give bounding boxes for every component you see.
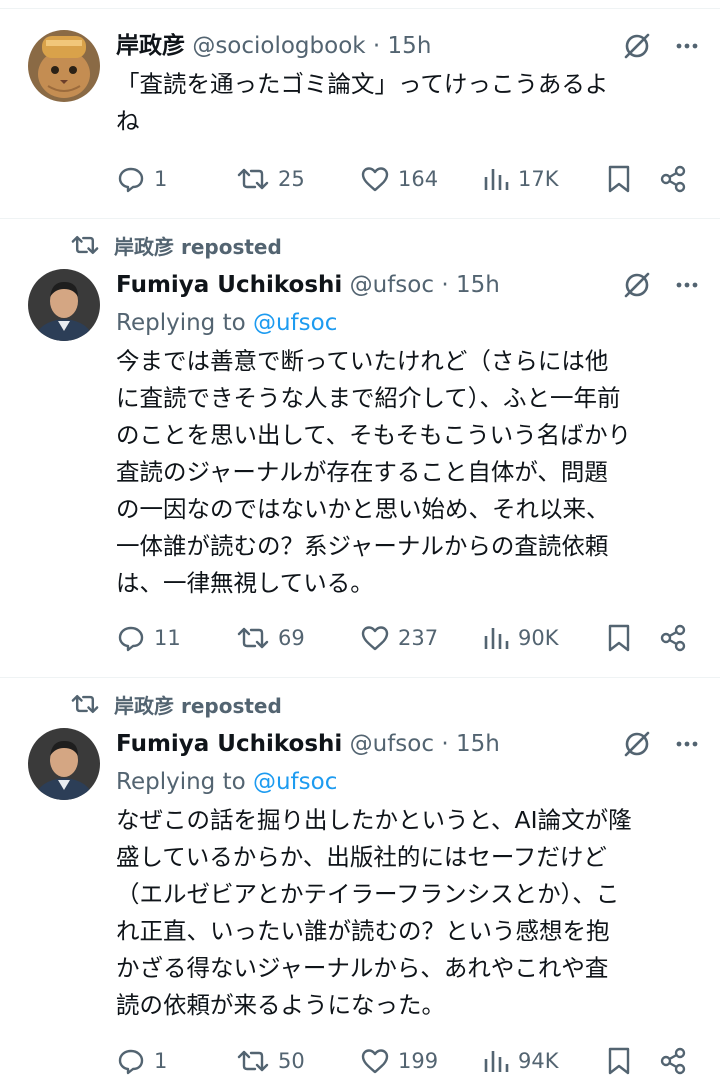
author-name[interactable]: 岸政彦 <box>116 33 185 59</box>
more-icon[interactable] <box>674 33 700 59</box>
reply-icon <box>118 167 144 193</box>
like-icon <box>361 1049 389 1074</box>
dot-separator: · <box>441 272 449 298</box>
avatar[interactable] <box>28 30 100 102</box>
more-icon[interactable] <box>674 272 700 298</box>
author-handle[interactable]: @sociologbook <box>192 33 365 59</box>
reply-count: 1 <box>154 167 168 191</box>
repost-icon <box>237 1050 269 1072</box>
like-button[interactable]: 164 <box>360 162 438 196</box>
reply-button[interactable]: 1 <box>116 1044 167 1078</box>
timestamp[interactable]: 15h <box>456 272 500 298</box>
views-button[interactable]: 94K <box>482 1044 559 1078</box>
share-icon <box>660 165 686 193</box>
like-count: 199 <box>398 1049 439 1073</box>
like-icon <box>361 626 389 651</box>
replying-to: Replying to @ufsoc <box>116 766 700 798</box>
like-icon <box>361 167 389 192</box>
reply-icon <box>118 626 144 652</box>
bookmark-button[interactable] <box>606 162 632 196</box>
repost-button[interactable]: 25 <box>236 162 305 196</box>
reply-button[interactable]: 1 <box>116 162 167 196</box>
views-icon <box>484 169 509 190</box>
tweet-text: 今までは善意で断っていたけれど（さらには他 に査読できそうな人まで紹介して）、ふ… <box>116 347 632 597</box>
replying-to-label: Replying to <box>116 769 246 795</box>
tweet-2[interactable]: 岸政彦 reposted Fumiya Uchikoshi @ufsoc · 1… <box>0 219 720 677</box>
repost-button[interactable]: 50 <box>236 1044 305 1078</box>
bookmark-button[interactable] <box>606 1044 632 1078</box>
grok-icon[interactable] <box>622 729 652 759</box>
repost-context-label: 岸政彦 reposted <box>114 234 282 259</box>
reply-count: 11 <box>154 626 181 650</box>
tweet-1[interactable]: 岸政彦 @sociologbook · 15h 「査読を通ったゴミ論文」ってけっ… <box>0 10 720 218</box>
dot-separator: · <box>372 33 381 59</box>
view-count: 90K <box>518 626 559 650</box>
repost-count: 50 <box>278 1049 305 1073</box>
replying-to: Replying to @ufsoc <box>116 307 700 339</box>
reply-icon <box>118 1049 144 1075</box>
bookmark-icon <box>608 624 630 652</box>
grok-icon[interactable] <box>622 31 652 61</box>
bookmark-icon <box>608 1047 630 1075</box>
timestamp[interactable]: 15h <box>388 33 432 59</box>
grok-icon[interactable] <box>622 270 652 300</box>
share-icon <box>660 1047 686 1075</box>
reply-count: 1 <box>154 1049 168 1073</box>
view-count: 17K <box>518 167 559 191</box>
author-handle[interactable]: @ufsoc <box>350 731 434 757</box>
like-count: 237 <box>398 626 439 650</box>
views-icon <box>484 628 509 649</box>
reply-button[interactable]: 11 <box>116 621 181 655</box>
repost-icon <box>71 235 99 255</box>
share-icon <box>660 624 686 652</box>
dot-separator: · <box>441 731 449 757</box>
repost-context[interactable]: 岸政彦 reposted <box>70 230 282 260</box>
views-icon <box>484 1051 509 1072</box>
share-button[interactable] <box>658 621 688 655</box>
tweet-header: Fumiya Uchikoshi @ufsoc · 15h <box>116 728 700 760</box>
tweet-header: 岸政彦 @sociologbook · 15h <box>116 30 700 62</box>
replying-to-mention[interactable]: @ufsoc <box>253 769 337 795</box>
top-separator <box>0 0 720 9</box>
share-button[interactable] <box>658 162 688 196</box>
author-name[interactable]: Fumiya Uchikoshi <box>116 731 342 757</box>
repost-icon <box>237 627 269 649</box>
tweet-3[interactable]: 岸政彦 reposted Fumiya Uchikoshi @ufsoc · 1… <box>0 678 720 1089</box>
repost-icon <box>71 694 99 714</box>
views-button[interactable]: 17K <box>482 162 559 196</box>
like-button[interactable]: 199 <box>360 1044 438 1078</box>
repost-count: 69 <box>278 626 305 650</box>
avatar[interactable] <box>28 728 100 800</box>
tweet-header: Fumiya Uchikoshi @ufsoc · 15h <box>116 269 700 301</box>
repost-context[interactable]: 岸政彦 reposted <box>70 689 282 719</box>
like-count: 164 <box>398 167 439 191</box>
repost-count: 25 <box>278 167 305 191</box>
like-button[interactable]: 237 <box>360 621 438 655</box>
bookmark-icon <box>608 165 630 193</box>
tweet-text: 「査読を通ったゴミ論文」ってけっこうあるよ ね <box>116 70 609 135</box>
timestamp[interactable]: 15h <box>456 731 500 757</box>
more-icon[interactable] <box>674 731 700 757</box>
share-button[interactable] <box>658 1044 688 1078</box>
tweet-text: なぜこの話を掘り出したかというと、AI論文が隆 盛しているからか、出版社的にはセ… <box>116 806 632 1019</box>
replying-to-mention[interactable]: @ufsoc <box>253 310 337 336</box>
view-count: 94K <box>518 1049 559 1073</box>
repost-context-label: 岸政彦 reposted <box>114 693 282 718</box>
repost-icon <box>237 168 269 190</box>
action-bar: 1 50 199 94K <box>116 1044 700 1078</box>
author-name[interactable]: Fumiya Uchikoshi <box>116 272 342 298</box>
bookmark-button[interactable] <box>606 621 632 655</box>
author-handle[interactable]: @ufsoc <box>350 272 434 298</box>
replying-to-label: Replying to <box>116 310 246 336</box>
action-bar: 1 25 164 17K <box>116 162 700 196</box>
views-button[interactable]: 90K <box>482 621 559 655</box>
avatar[interactable] <box>28 269 100 341</box>
repost-button[interactable]: 69 <box>236 621 305 655</box>
action-bar: 11 69 237 90K <box>116 621 700 655</box>
